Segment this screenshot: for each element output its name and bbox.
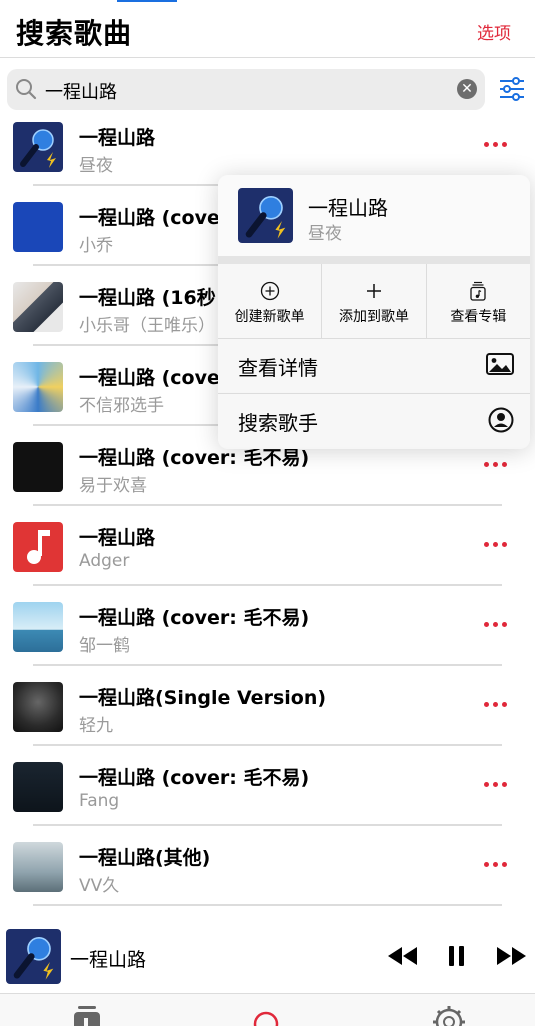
- now-playing-art: [6, 929, 61, 984]
- song-title: 一程山路: [79, 527, 156, 549]
- rewind-icon[interactable]: [386, 943, 418, 969]
- circle-plus-icon: [260, 281, 279, 301]
- plus-icon: [366, 284, 381, 298]
- microphone-icon: [238, 188, 293, 243]
- search-artist-label: 搜索歌手: [238, 411, 318, 435]
- fast-forward-icon[interactable]: [496, 943, 528, 969]
- album-art: [13, 522, 63, 572]
- album-art: [13, 762, 63, 812]
- view-album-button[interactable]: 查看专辑: [426, 264, 530, 338]
- album-art: [13, 362, 63, 412]
- song-artist: 不信邪选手: [79, 396, 164, 416]
- song-context-menu: 一程山路 昼夜 创建新歌单 添加到歌单 查看专辑 查看详情 搜索歌手: [218, 175, 530, 449]
- context-song-artist: 昼夜: [308, 224, 342, 244]
- song-row[interactable]: 一程山路 Adger: [0, 518, 535, 598]
- more-options-icon[interactable]: [482, 539, 510, 549]
- album-icon: [470, 281, 486, 301]
- song-title: 一程山路: [79, 127, 156, 149]
- tab-library-icon[interactable]: [72, 1006, 102, 1026]
- view-album-label: 查看专辑: [450, 309, 507, 325]
- song-title: 一程山路 (cove: [79, 367, 220, 389]
- album-art: [13, 122, 63, 172]
- song-title: 一程山路 (cove: [79, 207, 220, 229]
- song-artist: 昼夜: [79, 156, 113, 176]
- now-playing-title: 一程山路: [70, 949, 147, 971]
- album-art: [238, 188, 293, 243]
- now-playing-bar[interactable]: 一程山路: [0, 921, 535, 994]
- song-artist: VV久: [79, 876, 120, 896]
- song-artist: 邹一鹤: [79, 636, 130, 656]
- row-divider: [33, 904, 502, 906]
- context-actions: 创建新歌单 添加到歌单 查看专辑: [218, 264, 530, 338]
- microphone-icon: [6, 929, 61, 984]
- context-menu-header: 一程山路 昼夜: [218, 175, 530, 256]
- context-song-title: 一程山路: [308, 196, 388, 220]
- album-art: [13, 602, 63, 652]
- view-details-label: 查看详情: [238, 356, 318, 380]
- album-art: [13, 442, 63, 492]
- search-icon: [16, 79, 37, 100]
- row-divider: [33, 584, 502, 586]
- song-title: 一程山路 (cover: 毛不易): [79, 767, 310, 789]
- music-note-icon: [13, 522, 63, 572]
- song-title: 一程山路(Single Version): [79, 687, 327, 709]
- more-options-icon[interactable]: [482, 699, 510, 709]
- album-art: [13, 842, 63, 892]
- row-divider: [33, 504, 502, 506]
- row-divider: [33, 744, 502, 746]
- row-divider: [33, 824, 502, 826]
- song-title: 一程山路(其他): [79, 847, 211, 869]
- search-input[interactable]: 一程山路: [45, 78, 117, 104]
- song-row[interactable]: 一程山路 (cover: 毛不易) 邹一鹤: [0, 598, 535, 678]
- options-button[interactable]: 选项: [477, 19, 511, 44]
- song-title: 一程山路 (cover: 毛不易): [79, 607, 310, 629]
- add-to-playlist-label: 添加到歌单: [338, 309, 409, 325]
- more-options-icon[interactable]: [482, 779, 510, 789]
- tab-search-icon[interactable]: [252, 1010, 280, 1026]
- song-artist: Adger: [79, 551, 130, 571]
- create-playlist-label: 创建新歌单: [234, 309, 305, 325]
- more-options-icon[interactable]: [482, 619, 510, 629]
- menu-divider: [218, 256, 530, 264]
- song-artist: Fang: [79, 791, 120, 811]
- tab-bar: [0, 994, 535, 1026]
- clear-search-icon[interactable]: ✕: [457, 79, 477, 99]
- more-options-icon[interactable]: [482, 139, 510, 149]
- more-options-icon[interactable]: [482, 859, 510, 869]
- song-artist: 轻九: [79, 716, 113, 736]
- song-row[interactable]: 一程山路(其他) VV久: [0, 838, 535, 918]
- song-artist: 小乔: [79, 236, 113, 256]
- song-row[interactable]: 一程山路 (cover: 毛不易) Fang: [0, 758, 535, 838]
- search-bar[interactable]: 一程山路 ✕: [7, 69, 485, 110]
- song-title: 一程山路 (16秒: [79, 287, 216, 309]
- view-details-item[interactable]: 查看详情: [218, 339, 530, 392]
- more-options-icon[interactable]: [482, 459, 510, 469]
- page-title: 搜索歌曲: [16, 17, 133, 50]
- song-row[interactable]: 一程山路 (cover: 毛不易) 易于欢喜: [0, 438, 535, 518]
- album-art: [13, 282, 63, 332]
- pause-icon[interactable]: [447, 943, 467, 969]
- microphone-icon: [13, 122, 63, 172]
- create-playlist-button[interactable]: 创建新歌单: [218, 264, 323, 338]
- row-divider: [33, 664, 502, 666]
- image-icon: [486, 353, 514, 375]
- song-artist: 小乐哥（王唯乐）: [79, 316, 215, 336]
- add-to-playlist-button[interactable]: 添加到歌单: [322, 264, 427, 338]
- person-circle-icon: [488, 407, 514, 433]
- header: 搜索歌曲 选项: [0, 0, 535, 58]
- album-art: [13, 202, 63, 252]
- search-artist-item[interactable]: 搜索歌手: [218, 394, 530, 447]
- tab-settings-icon[interactable]: [431, 1004, 467, 1026]
- album-art: [13, 682, 63, 732]
- song-row[interactable]: 一程山路(Single Version) 轻九: [0, 678, 535, 758]
- filter-sliders-icon[interactable]: [499, 77, 525, 101]
- song-artist: 易于欢喜: [79, 476, 147, 496]
